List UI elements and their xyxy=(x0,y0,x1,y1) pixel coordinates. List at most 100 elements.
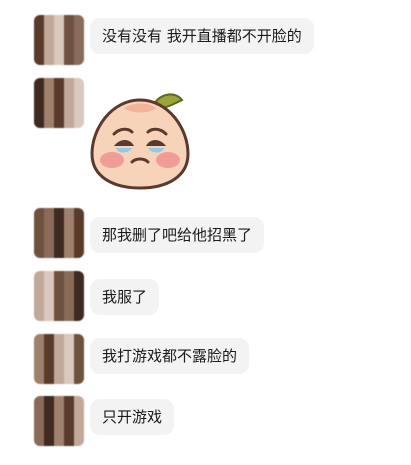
avatar-pixel xyxy=(44,281,54,291)
avatar-pixel xyxy=(74,88,84,98)
avatar[interactable] xyxy=(34,334,84,384)
avatar-pixel xyxy=(64,406,74,416)
avatar-pixel xyxy=(74,311,84,321)
avatar-pixel xyxy=(44,291,54,301)
message-bubble[interactable]: 我打游戏都不露脸的 xyxy=(90,338,250,374)
avatar-pixel xyxy=(64,291,74,301)
avatar-pixel xyxy=(34,238,44,248)
avatar-pixel xyxy=(74,436,84,446)
avatar-pixel xyxy=(44,416,54,426)
avatar-pixel xyxy=(34,281,44,291)
avatar-pixel xyxy=(34,118,44,128)
avatar-pixel xyxy=(34,416,44,426)
avatar-pixel xyxy=(44,344,54,354)
avatar-pixel xyxy=(74,426,84,436)
avatar-pixel xyxy=(44,334,54,344)
avatar-pixel xyxy=(54,301,64,311)
avatar-pixel xyxy=(44,15,54,25)
avatar-pixel xyxy=(34,108,44,118)
avatar-pixel xyxy=(44,98,54,108)
avatar[interactable] xyxy=(34,396,84,446)
avatar-pixel xyxy=(44,436,54,446)
avatar-pixel xyxy=(74,15,84,25)
avatar-pixel xyxy=(44,301,54,311)
avatar-pixel xyxy=(54,118,64,128)
avatar-pixel xyxy=(54,45,64,55)
avatar-pixel xyxy=(54,98,64,108)
avatar-pixel xyxy=(64,271,74,281)
avatar-pixel xyxy=(64,301,74,311)
avatar-pixel xyxy=(74,344,84,354)
avatar-pixel xyxy=(74,118,84,128)
avatar-pixel xyxy=(64,98,74,108)
avatar-pixel xyxy=(54,218,64,228)
avatar[interactable] xyxy=(34,208,84,258)
message-bubble[interactable]: 我服了 xyxy=(90,279,160,315)
avatar-pixel xyxy=(74,271,84,281)
avatar-pixel xyxy=(54,238,64,248)
avatar-pixel xyxy=(64,238,74,248)
avatar[interactable] xyxy=(34,271,84,321)
avatar-pixel xyxy=(74,238,84,248)
avatar-pixel xyxy=(54,271,64,281)
avatar-pixel xyxy=(64,374,74,384)
avatar-pixel xyxy=(64,88,74,98)
avatar-pixel xyxy=(74,108,84,118)
avatar-pixel xyxy=(34,426,44,436)
avatar[interactable] xyxy=(34,78,84,128)
avatar-pixel xyxy=(34,364,44,374)
avatar-pixel xyxy=(54,374,64,384)
avatar-pixel xyxy=(44,271,54,281)
avatar-pixel xyxy=(44,311,54,321)
avatar-pixel xyxy=(74,208,84,218)
avatar-pixel xyxy=(44,248,54,258)
message-bubble[interactable]: 只开游戏 xyxy=(90,399,175,435)
avatar-pixel xyxy=(74,218,84,228)
avatar-pixel xyxy=(34,301,44,311)
avatar-pixel xyxy=(54,436,64,446)
avatar-pixel xyxy=(74,228,84,238)
avatar-pixel xyxy=(74,406,84,416)
avatar-pixel xyxy=(34,406,44,416)
avatar-pixel xyxy=(54,228,64,238)
avatar-pixel xyxy=(74,45,84,55)
avatar-pixel xyxy=(34,208,44,218)
avatar-pixel xyxy=(34,98,44,108)
message-bubble[interactable]: 没有没有 我开直播都不开脸的 xyxy=(90,18,314,54)
avatar-pixel xyxy=(54,406,64,416)
avatar-pixel xyxy=(44,396,54,406)
avatar-pixel xyxy=(34,374,44,384)
avatar-pixel xyxy=(34,218,44,228)
avatar-pixel xyxy=(74,291,84,301)
avatar-pixel xyxy=(64,416,74,426)
avatar-pixel xyxy=(54,15,64,25)
avatar-pixel xyxy=(64,218,74,228)
avatar-pixel xyxy=(54,78,64,88)
avatar-pixel xyxy=(64,55,74,65)
avatar-pixel xyxy=(44,35,54,45)
avatar-pixel xyxy=(64,35,74,45)
avatar-pixel xyxy=(54,88,64,98)
avatar-pixel xyxy=(74,396,84,406)
message-bubble[interactable]: 那我删了吧给他招黑了 xyxy=(90,217,265,253)
avatar-pixel xyxy=(64,344,74,354)
avatar-pixel xyxy=(64,118,74,128)
avatar-pixel xyxy=(74,25,84,35)
avatar-pixel xyxy=(64,78,74,88)
avatar-pixel xyxy=(54,416,64,426)
avatar-pixel xyxy=(64,248,74,258)
avatar-pixel xyxy=(74,334,84,344)
crying-peach-sticker-icon[interactable] xyxy=(84,88,196,192)
avatar-pixel xyxy=(54,108,64,118)
avatar-pixel xyxy=(64,281,74,291)
avatar-pixel xyxy=(34,396,44,406)
avatar-pixel xyxy=(54,281,64,291)
avatar-pixel xyxy=(64,228,74,238)
avatar-pixel xyxy=(44,45,54,55)
avatar[interactable] xyxy=(34,15,84,65)
avatar-pixel xyxy=(54,364,64,374)
avatar-pixel xyxy=(54,248,64,258)
avatar-pixel xyxy=(54,35,64,45)
avatar-pixel xyxy=(64,25,74,35)
avatar-pixel xyxy=(44,208,54,218)
